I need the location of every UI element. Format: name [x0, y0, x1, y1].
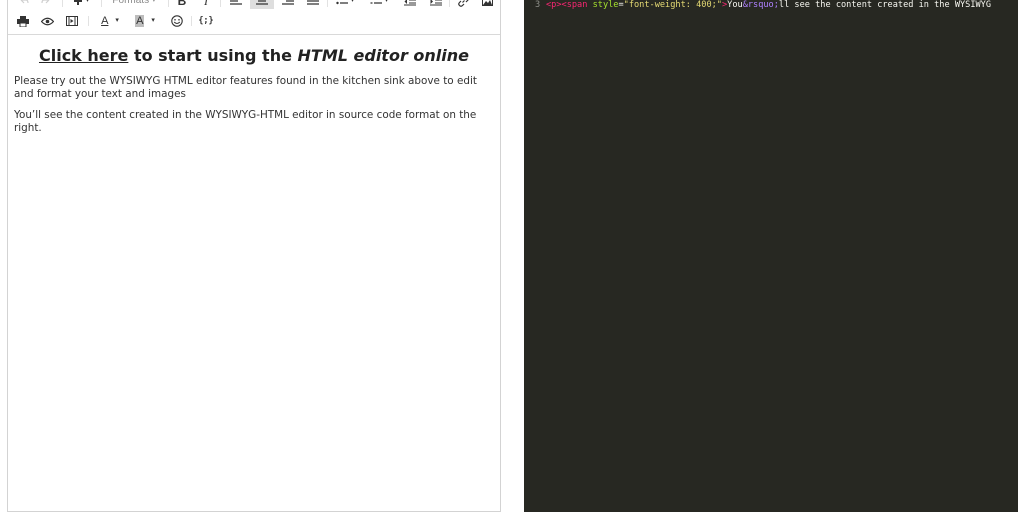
- toolbar-separator: [88, 16, 89, 26]
- numbered-list-icon[interactable]: ▾: [366, 0, 392, 9]
- toolbar-separator: [62, 0, 63, 7]
- toolbar-separator: [168, 0, 169, 7]
- align-center-icon[interactable]: [250, 0, 274, 9]
- align-justify-icon[interactable]: [303, 0, 323, 9]
- click-here-link[interactable]: Click here: [39, 46, 128, 65]
- code-sample-icon[interactable]: {;}: [196, 13, 216, 29]
- bold-icon[interactable]: B: [174, 0, 190, 9]
- paragraph-1: Please try out the WYSIWYG HTML editor f…: [14, 75, 477, 100]
- chevron-down-icon: ▾: [115, 17, 119, 24]
- paragraph-2: You’ll see the content created in the WY…: [14, 109, 477, 134]
- code-line: 3 <p><span style="font-weight: 400;">You…: [524, 0, 991, 11]
- outdent-icon[interactable]: [400, 0, 420, 9]
- redo-icon[interactable]: [38, 0, 54, 9]
- code-token-tag: <p><span: [546, 0, 588, 10]
- undo-icon[interactable]: [16, 0, 32, 9]
- page-heading: Click here to start using the HTML edito…: [14, 46, 494, 66]
- chevron-down-icon: ▾: [152, 0, 156, 4]
- print-icon[interactable]: [14, 13, 32, 29]
- heading-middle-text: to start using the: [128, 46, 298, 65]
- line-number: 3: [535, 0, 541, 10]
- editor-toolbar: ▾ Formats ▾ B I ▾ ▾ A ▾ A ▾ {;}: [8, 0, 500, 35]
- bg-color-glyph: A: [135, 15, 145, 27]
- align-right-icon[interactable]: [278, 0, 298, 9]
- code-token-attr: style: [592, 0, 619, 10]
- chevron-down-icon: ▾: [85, 0, 90, 4]
- text-color-glyph: A: [101, 15, 109, 27]
- formats-label: Formats: [112, 0, 150, 6]
- chevron-down-icon: ▾: [350, 0, 355, 4]
- toolbar-separator: [449, 0, 450, 7]
- text-color-icon[interactable]: A ▾: [94, 13, 126, 29]
- code-token-str: "font-weight: 400;": [623, 0, 722, 10]
- insert-icon[interactable]: ▾: [68, 0, 94, 9]
- toolbar-separator: [327, 0, 328, 7]
- toolbar-separator: [191, 16, 192, 26]
- toolbar-row-1: ▾ Formats ▾ B I ▾ ▾: [8, 0, 500, 9]
- media-icon[interactable]: [63, 13, 81, 29]
- background-color-icon[interactable]: A ▾: [128, 13, 162, 29]
- preview-icon[interactable]: [38, 13, 56, 29]
- chevron-down-icon: ▾: [384, 0, 389, 4]
- image-icon[interactable]: [478, 0, 496, 9]
- bullet-list-icon[interactable]: ▾: [332, 0, 358, 9]
- align-left-icon[interactable]: [226, 0, 246, 9]
- code-text: <p><span style="font-weight: 400;">You&r…: [546, 0, 991, 11]
- italic-icon[interactable]: I: [198, 0, 214, 9]
- emoticons-icon[interactable]: [168, 13, 186, 29]
- editor-content[interactable]: Click here to start using the HTML edito…: [8, 35, 500, 511]
- source-code-panel[interactable]: 3 <p><span style="font-weight: 400;">You…: [524, 0, 1018, 512]
- toolbar-row-2: A ▾ A ▾ {;}: [8, 13, 500, 29]
- code-token-ent: &rsquo;: [742, 0, 779, 10]
- toolbar-separator: [101, 0, 102, 7]
- wysiwyg-editor: ▾ Formats ▾ B I ▾ ▾ A ▾ A ▾ {;} Click he…: [7, 0, 501, 512]
- heading-emphasis: HTML editor online: [297, 46, 469, 65]
- chevron-down-icon: ▾: [151, 17, 155, 24]
- toolbar-separator: [220, 0, 221, 7]
- link-icon[interactable]: [454, 0, 472, 9]
- formats-dropdown[interactable]: Formats ▾: [106, 0, 162, 9]
- indent-icon[interactable]: [426, 0, 446, 9]
- code-token-txt: ll see the content created in the WYSIWY…: [778, 0, 992, 10]
- code-token-txt: You: [727, 0, 743, 10]
